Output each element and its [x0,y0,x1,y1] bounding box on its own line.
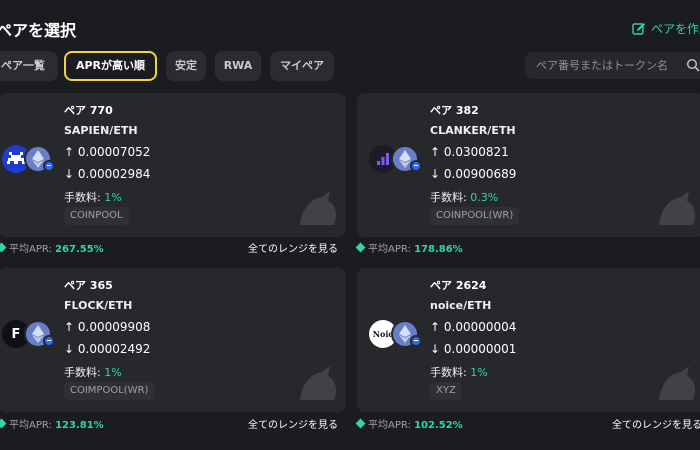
fee: 手数料: 1% [64,364,122,380]
unicorn-watermark-icon [659,366,695,400]
chain-badge-icon [410,335,422,347]
price-down: ↓ 0.00000001 [430,342,517,356]
apr-value: 178.86% [414,244,463,255]
apr-diamond-icon [355,418,366,429]
price-down: ↓ 0.00002984 [64,167,151,181]
token-pair-icons: F [2,320,60,350]
apr-diamond-icon [0,242,7,253]
view-all-ranges-link[interactable]: 全てのレンジを見る [248,240,338,255]
pair-name: FLOCK/ETH [64,299,133,312]
search-box [525,52,700,79]
price-up: ↑ 0.00009908 [64,320,151,334]
price-down: ↓ 0.00002492 [64,342,151,356]
fee-value: 1% [470,366,488,379]
fee-value: 1% [104,191,122,204]
tab-my-pairs[interactable]: マイペア [270,51,334,81]
pool-tag: COINPOOL [64,207,129,225]
unicorn-watermark-icon [300,366,336,400]
pair-number: ペア 770 [64,104,113,117]
fee-label: 手数料: [430,366,467,379]
pair-number: ペア 382 [430,104,479,117]
create-pair-label: ペアを作成 [651,22,700,36]
pair-card[interactable]: ペア 382 CLANKER/ETH ↑ 0.0300821 ↓ 0.00900… [357,93,700,237]
fee-value: 0.3% [470,191,499,204]
tab-stable[interactable]: 安定 [166,51,206,81]
pair-name: CLANKER/ETH [430,124,516,137]
price-up: ↑ 0.00007052 [64,145,151,159]
chain-badge-icon [43,335,55,347]
unicorn-watermark-icon [300,191,336,225]
create-pair-link[interactable]: ペアを作成 [632,20,700,37]
pair-name: SAPIEN/ETH [64,124,138,137]
fee-label: 手数料: [64,366,101,379]
fee-label: 手数料: [430,191,467,204]
apr-value: 267.55% [55,244,104,255]
pair-card[interactable]: Noic ペア 2624 noice/ETH ↑ 0.00000004 ↓ 0.… [357,268,700,412]
view-all-ranges-link[interactable]: 全てのレンジを見る [248,416,338,431]
pair-number: ペア 365 [64,279,113,292]
pool-tag: XYZ [430,382,462,400]
fee-label: 手数料: [64,191,101,204]
pair-footer: 平均APR: 267.55% 全てのレンジを見る [0,240,346,258]
apr-label: 平均APR: [368,420,411,431]
pair-card[interactable]: ペア 770 SAPIEN/ETH ↑ 0.00007052 ↓ 0.00002… [0,93,346,237]
chain-badge-icon [410,160,422,172]
token-pair-icons: Noic [369,320,427,350]
edit-icon [632,22,645,35]
pair-card[interactable]: F ペア 365 FLOCK/ETH ↑ 0.00009908 ↓ 0.0000… [0,268,346,412]
pair-footer: 平均APR: 123.81% 全てのレンジを見る [0,416,346,434]
pair-number: ペア 2624 [430,279,487,292]
pair-footer: 平均APR: 178.86% [355,240,700,258]
token-pair-icons [369,145,427,175]
token-pair-icons [2,145,60,175]
apr-value: 102.52% [414,420,463,431]
apr-label: 平均APR: [368,244,411,255]
apr-label: 平均APR: [9,420,52,431]
unicorn-watermark-icon [659,191,695,225]
pair-footer: 平均APR: 102.52% 全てのレンジを見る [355,416,700,434]
tab-rwa[interactable]: RWA [215,51,261,81]
apr-diamond-icon [0,418,7,429]
pool-tag: COIMPOOL(WR) [64,382,155,400]
tab-all-pairs[interactable]: ペア一覧 [0,51,58,81]
search-input[interactable] [536,59,681,72]
apr-diamond-icon [355,242,366,253]
pair-name: noice/ETH [430,299,492,312]
apr-value: 123.81% [55,420,104,431]
chain-badge-icon [43,160,55,172]
search-icon[interactable] [686,58,700,72]
price-up: ↑ 0.0300821 [430,145,509,159]
fee: 手数料: 1% [430,364,488,380]
fee-value: 1% [104,366,122,379]
tab-high-apr[interactable]: APRが高い順 [64,51,157,81]
fee: 手数料: 1% [64,189,122,205]
price-down: ↓ 0.00900689 [430,167,517,181]
page-title: ペアを選択 [0,21,77,40]
view-all-ranges-link[interactable]: 全てのレンジを見る [612,416,700,431]
pool-tag: COINPOOL(WR) [430,207,520,225]
price-up: ↑ 0.00000004 [430,320,517,334]
fee: 手数料: 0.3% [430,189,498,205]
apr-label: 平均APR: [9,244,52,255]
